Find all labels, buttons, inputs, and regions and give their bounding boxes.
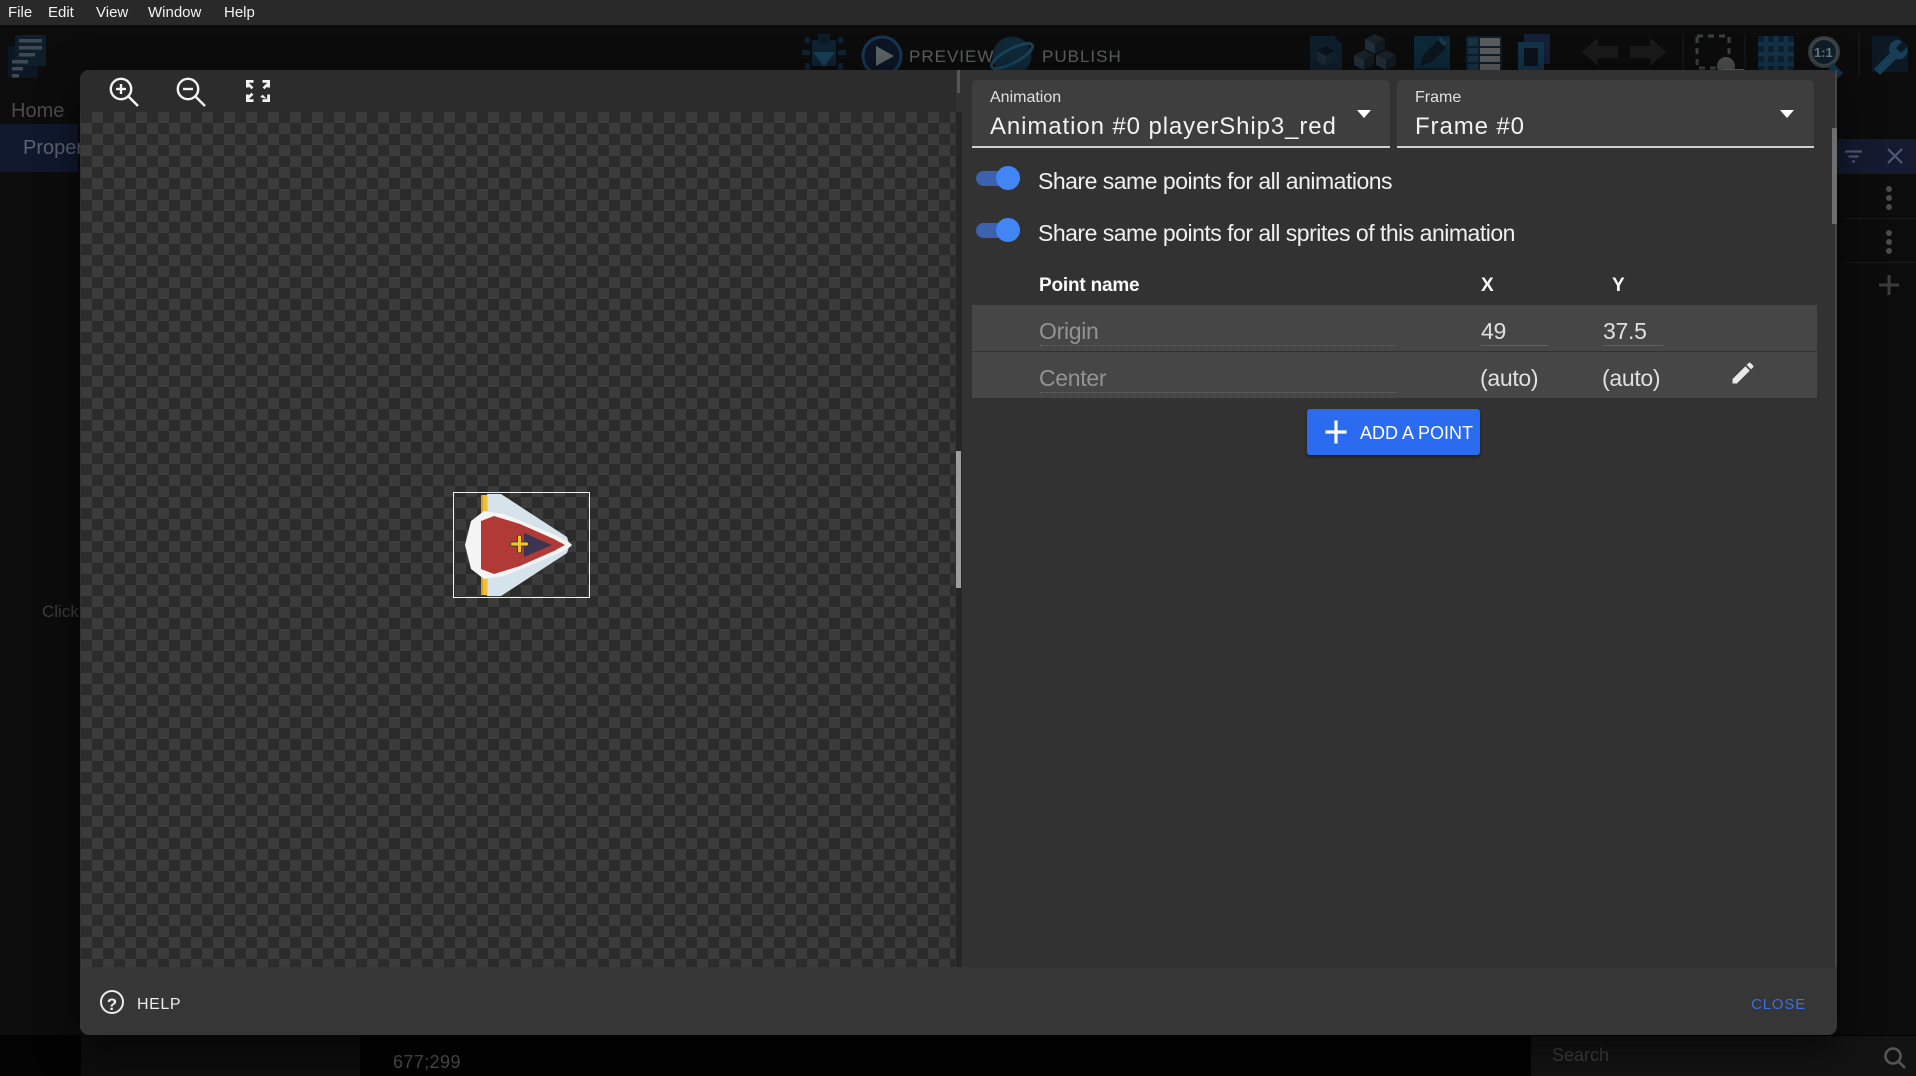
svg-text:1:1: 1:1 bbox=[1814, 45, 1833, 60]
svg-text:PREVIEW: PREVIEW bbox=[909, 47, 994, 66]
svg-text:PUBLISH: PUBLISH bbox=[1042, 47, 1122, 66]
